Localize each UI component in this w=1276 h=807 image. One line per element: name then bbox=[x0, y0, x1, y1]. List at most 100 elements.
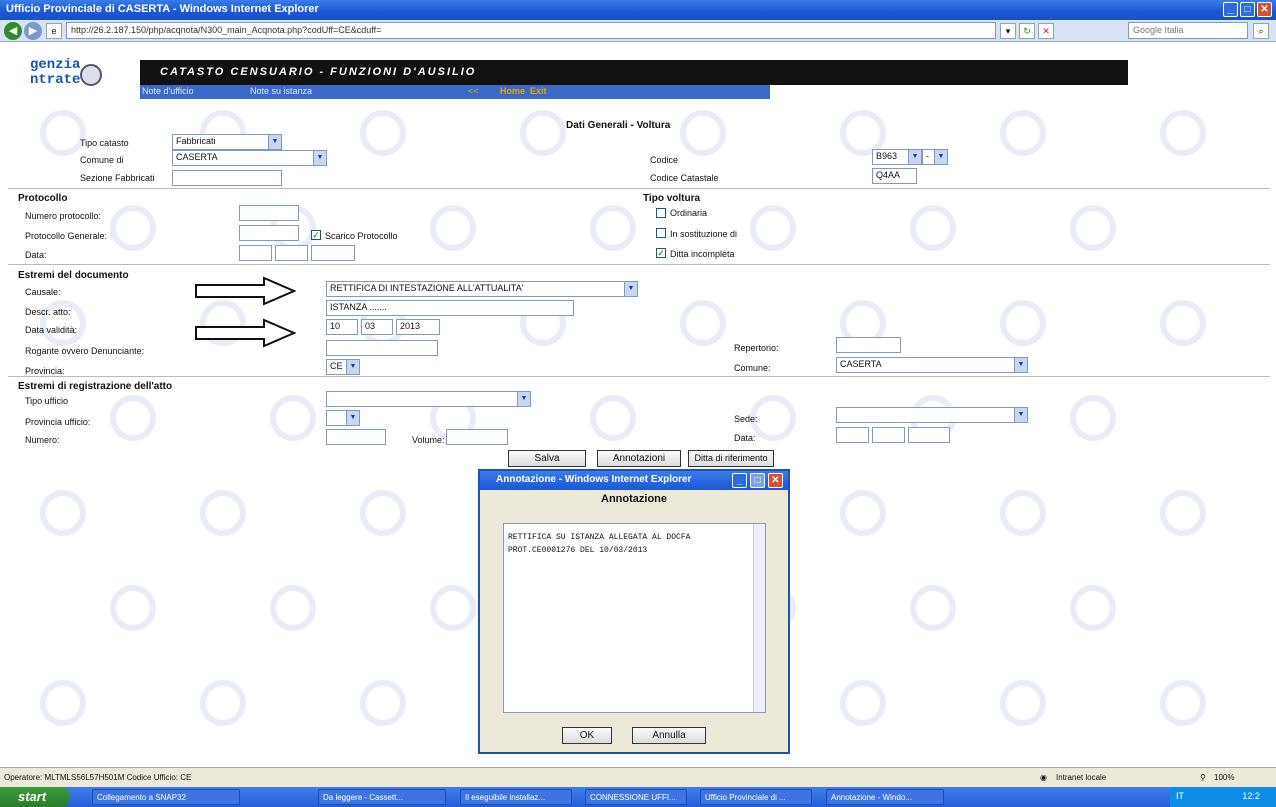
url-input[interactable]: http://26.2.187.150/php/acqnota/N300_mai… bbox=[66, 22, 996, 39]
data-protocollo-month-input[interactable] bbox=[275, 245, 308, 261]
app-title: CATASTO CENSUARIO - FUNZIONI D'AUSILIO bbox=[160, 66, 477, 78]
provincia-ufficio-select[interactable]: ▼ bbox=[326, 410, 360, 426]
dialog-maximize-button[interactable]: □ bbox=[750, 473, 765, 488]
ordinaria-checkbox[interactable] bbox=[656, 208, 666, 218]
watermark-mark bbox=[840, 680, 886, 726]
annotazione-text: RETTIFICA SU ISTANZA ALLEGATA AL DOCFA P… bbox=[508, 533, 691, 555]
data-validita-day-input[interactable]: 10 bbox=[326, 319, 358, 335]
close-button[interactable]: ✕ bbox=[1257, 2, 1272, 17]
dropdown-icon[interactable]: ▾ bbox=[1000, 23, 1016, 39]
zoom-level[interactable]: 100% bbox=[1214, 773, 1234, 782]
dialog-minimize-button[interactable]: _ bbox=[732, 473, 747, 488]
taskbar-item[interactable]: Ufficio Provinciale di ... bbox=[700, 789, 812, 805]
forward-arrow-icon[interactable]: ▶ bbox=[24, 22, 42, 40]
volume-input[interactable] bbox=[446, 429, 508, 445]
sezione-input[interactable] bbox=[172, 170, 282, 186]
taskbar-item[interactable]: Collegamento a SNAP32 bbox=[92, 789, 240, 805]
ok-button[interactable]: OK bbox=[562, 727, 612, 744]
sede-label: Sede: bbox=[734, 414, 758, 424]
stop-icon[interactable]: ✕ bbox=[1038, 23, 1054, 39]
data-reg-day-input[interactable] bbox=[836, 427, 869, 443]
watermark-mark bbox=[680, 110, 726, 156]
refresh-icon[interactable]: ↻ bbox=[1019, 23, 1035, 39]
dialog-title: Annotazione - Windows Internet Explorer bbox=[496, 474, 692, 485]
comune-atto-value: CASERTA bbox=[840, 359, 882, 369]
minimize-button[interactable]: _ bbox=[1223, 2, 1238, 17]
data-protocollo-year-input[interactable] bbox=[311, 245, 355, 261]
tipo-ufficio-select[interactable]: ▼ bbox=[326, 391, 531, 407]
back-link[interactable]: << bbox=[468, 86, 479, 96]
data-protocollo-day-input[interactable] bbox=[239, 245, 272, 261]
ditta-incompleta-checkbox[interactable]: ✓ bbox=[656, 248, 666, 258]
home-link[interactable]: Home bbox=[500, 86, 525, 96]
scarico-protocollo-label: Scarico Protocollo bbox=[325, 231, 398, 241]
watermark-mark bbox=[200, 680, 246, 726]
search-input[interactable]: Google Italia bbox=[1128, 22, 1248, 39]
language-indicator[interactable]: IT bbox=[1176, 791, 1184, 801]
scarico-protocollo-checkbox[interactable]: ✓ bbox=[311, 230, 321, 240]
chevron-down-icon: ▼ bbox=[517, 392, 530, 406]
sostituzione-checkbox[interactable] bbox=[656, 228, 666, 238]
comune-atto-select[interactable]: CASERTA ▼ bbox=[836, 357, 1028, 373]
codice-catastale-input[interactable]: Q4AA bbox=[872, 168, 917, 184]
protocollo-generale-input[interactable] bbox=[239, 225, 299, 241]
taskbar-item[interactable]: Il eseguibile installaz... bbox=[460, 789, 572, 805]
watermark-mark bbox=[1160, 680, 1206, 726]
emblem-icon bbox=[80, 64, 102, 86]
watermark-mark bbox=[590, 205, 636, 251]
note-istanza-link[interactable]: Note su istanza bbox=[250, 86, 312, 96]
zoom-icon[interactable]: ⚲ bbox=[1200, 773, 1206, 782]
taskbar-item[interactable]: CONNESSIONE UFFI... bbox=[585, 789, 687, 805]
data-validita-month-input[interactable]: 03 bbox=[361, 319, 393, 335]
provincia-label: Provincia: bbox=[25, 366, 65, 376]
tipo-catasto-select[interactable]: Fabbricati ▼ bbox=[172, 134, 282, 150]
textarea-scrollbar[interactable] bbox=[753, 524, 765, 712]
chevron-down-icon: ▼ bbox=[1014, 358, 1027, 372]
sede-select[interactable]: ▼ bbox=[836, 407, 1028, 423]
chevron-down-icon: ▼ bbox=[346, 411, 359, 425]
rogante-input[interactable] bbox=[326, 340, 438, 356]
descr-atto-input[interactable]: ISTANZA ....... bbox=[326, 300, 574, 316]
comune-di-select[interactable]: CASERTA ▼ bbox=[172, 150, 327, 166]
data-validita-year-input[interactable]: 2013 bbox=[396, 319, 440, 335]
exit-link[interactable]: Exit bbox=[530, 86, 547, 96]
start-button[interactable]: start bbox=[0, 787, 70, 807]
watermark-mark bbox=[1070, 205, 1116, 251]
back-arrow-icon[interactable]: ◀ bbox=[4, 22, 22, 40]
causale-select[interactable]: RETTIFICA DI INTESTAZIONE ALL'ATTUALITA'… bbox=[326, 281, 638, 297]
salva-button[interactable]: Salva bbox=[508, 450, 586, 467]
numero-protocollo-input[interactable] bbox=[239, 205, 299, 221]
data-reg-year-input[interactable] bbox=[908, 427, 950, 443]
address-bar: ◀ ▶ e http://26.2.187.150/php/acqnota/N3… bbox=[0, 20, 1276, 42]
data-reg-month-input[interactable] bbox=[872, 427, 905, 443]
page-icon: e bbox=[46, 23, 62, 39]
codice-label: Codice bbox=[650, 155, 679, 165]
chevron-down-icon: ▼ bbox=[268, 135, 281, 149]
maximize-button[interactable]: □ bbox=[1240, 2, 1255, 17]
note-ufficio-link[interactable]: Note d'ufficio bbox=[142, 86, 194, 96]
dialog-close-button[interactable]: ✕ bbox=[768, 473, 783, 488]
codice-select[interactable]: B963 ▼ bbox=[872, 149, 922, 165]
annotazione-dialog: Annotazione - Windows Internet Explorer … bbox=[478, 469, 790, 754]
taskbar-item[interactable]: Da leggere - Cassett... bbox=[318, 789, 446, 805]
annotazione-textarea[interactable]: RETTIFICA SU ISTANZA ALLEGATA AL DOCFA P… bbox=[503, 523, 766, 713]
clock: 12:2 bbox=[1242, 791, 1260, 801]
provincia-select[interactable]: CE ▼ bbox=[326, 359, 360, 375]
estremi-registrazione-section-title: Estremi di registrazione dell'atto bbox=[18, 381, 173, 392]
numero-protocollo-label: Numero protocollo: bbox=[25, 211, 102, 221]
annotazioni-button[interactable]: Annotazioni bbox=[597, 450, 681, 467]
watermark-mark bbox=[1000, 110, 1046, 156]
arrow-annotation-icon bbox=[195, 318, 296, 348]
ditta-riferimento-button[interactable]: Ditta di riferimento bbox=[688, 450, 774, 467]
codice-suffix-select[interactable]: - ▼ bbox=[922, 149, 948, 165]
watermark-mark bbox=[1000, 490, 1046, 536]
watermark-mark bbox=[40, 490, 86, 536]
taskbar: start IT 12:2 Collegamento a SNAP32 Da le… bbox=[0, 787, 1276, 807]
repertorio-input[interactable] bbox=[836, 337, 901, 353]
annulla-button[interactable]: Annulla bbox=[632, 727, 706, 744]
volume-label: Volume: bbox=[412, 435, 445, 445]
search-icon[interactable]: ⌕ bbox=[1253, 23, 1269, 39]
taskbar-item[interactable]: Annotazione - Windo... bbox=[826, 789, 944, 805]
numero-input[interactable] bbox=[326, 429, 386, 445]
codice-catastale-label: Codice Catastale bbox=[650, 173, 719, 183]
